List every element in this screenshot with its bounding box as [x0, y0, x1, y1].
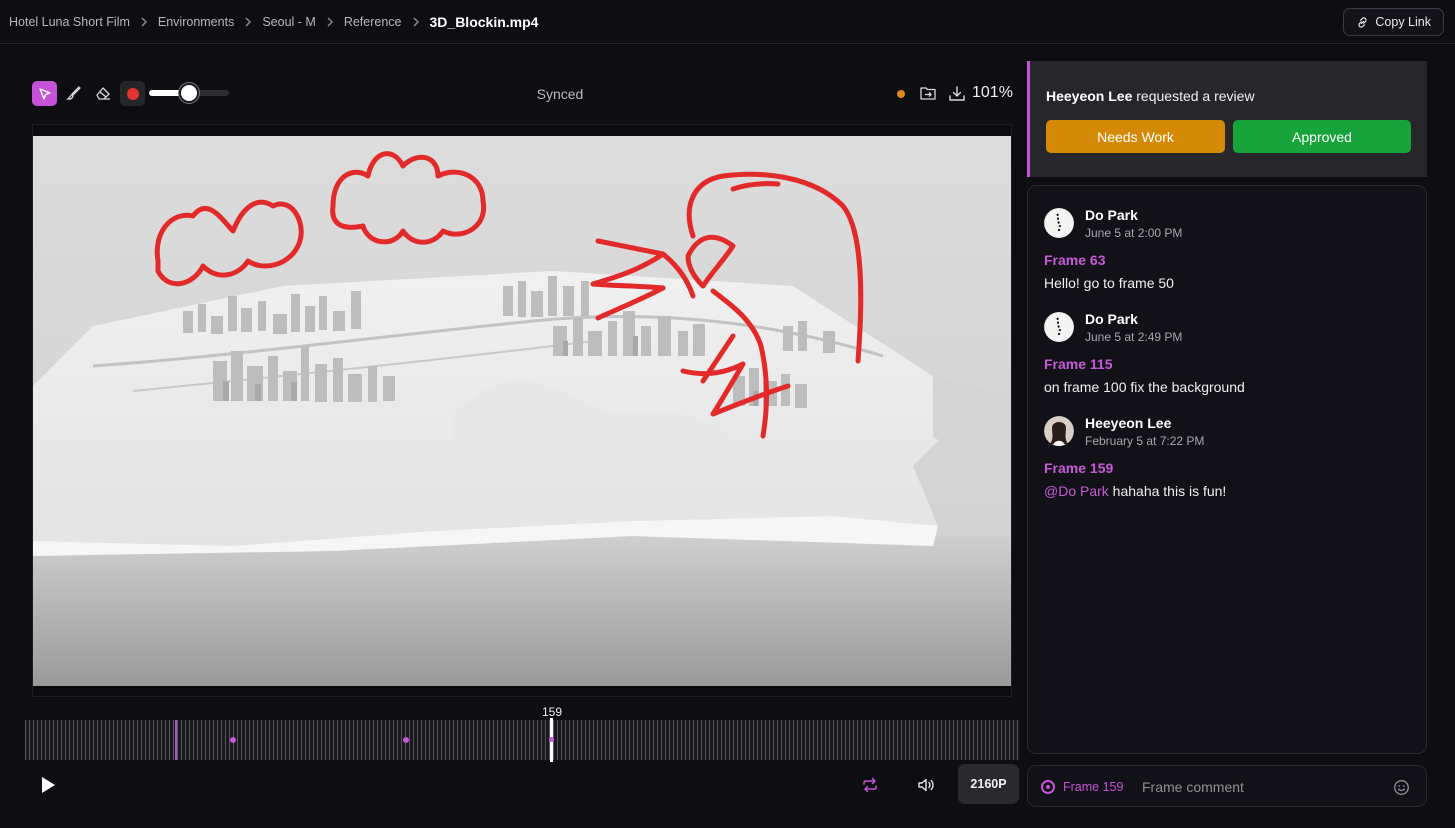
- comment-marker-frame-115[interactable]: [403, 737, 409, 743]
- user-mention[interactable]: @Do Park: [1044, 483, 1109, 499]
- review-requester-name: Heeyeon Lee: [1046, 88, 1133, 104]
- sync-status: Synced: [536, 86, 584, 102]
- eraser-icon: [94, 85, 112, 101]
- frame-target-icon: [1041, 780, 1055, 794]
- eraser-tool-button[interactable]: [92, 83, 114, 103]
- comment-input[interactable]: [1142, 776, 1382, 798]
- comment-text-body: hahaha this is fun!: [1108, 483, 1227, 499]
- breadcrumb-current-file: 3D_Blockin.mp4: [429, 13, 539, 30]
- comment-frame-link[interactable]: Frame 115: [1044, 356, 1113, 372]
- comment-timestamp: June 5 at 2:00 PM: [1085, 226, 1183, 240]
- download-button[interactable]: [946, 83, 968, 103]
- needs-work-button[interactable]: Needs Work: [1046, 120, 1225, 153]
- brush-color-swatch: [126, 87, 139, 100]
- breadcrumb-item-reference[interactable]: Reference: [344, 15, 402, 29]
- comment-author: Heeyeon Lee: [1085, 415, 1172, 431]
- status-dot: [897, 90, 905, 98]
- zoom-level[interactable]: 101%: [972, 84, 1013, 102]
- breadcrumb-item-seoul[interactable]: Seoul - M: [262, 15, 316, 29]
- play-icon: [40, 776, 56, 794]
- comment-timestamp: June 5 at 2:49 PM: [1085, 330, 1183, 344]
- comment-timestamp: February 5 at 7:22 PM: [1085, 434, 1205, 448]
- volume-button[interactable]: [914, 774, 938, 796]
- avatar: [1044, 416, 1074, 446]
- timeline-range-marker[interactable]: [175, 720, 177, 760]
- comment-marker-frame-159[interactable]: [549, 737, 554, 742]
- avatar: [1044, 312, 1074, 342]
- resolution-selector[interactable]: 2160P: [958, 764, 1019, 804]
- chevron-right-icon: [140, 17, 148, 27]
- comment-text: @Do Park hahaha this is fun!: [1044, 483, 1226, 499]
- color-picker-button[interactable]: [120, 81, 145, 106]
- loop-button[interactable]: [858, 774, 882, 796]
- comment-text: on frame 100 fix the background: [1044, 379, 1245, 395]
- link-icon: [1356, 16, 1369, 29]
- comment-author: Do Park: [1085, 311, 1138, 327]
- pointer-tool-button[interactable]: [32, 81, 57, 106]
- smiley-icon[interactable]: [1393, 779, 1410, 796]
- download-icon: [948, 85, 966, 102]
- top-bar: Hotel Luna Short Film Environments Seoul…: [0, 0, 1455, 44]
- folder-icon: [919, 85, 937, 101]
- chevron-right-icon: [412, 17, 420, 27]
- comments-panel: Do Park June 5 at 2:00 PM Frame 63 Hello…: [1027, 185, 1427, 754]
- video-frame-image: [33, 136, 1011, 686]
- review-request-message: requested a review: [1132, 88, 1255, 104]
- comment-author: Do Park: [1085, 207, 1138, 223]
- review-request-text: Heeyeon Lee requested a review: [1046, 88, 1255, 104]
- brush-tool-button[interactable]: [64, 83, 84, 103]
- copy-link-label: Copy Link: [1375, 15, 1431, 29]
- video-viewport[interactable]: [33, 136, 1011, 686]
- avatar: [1044, 208, 1074, 238]
- breadcrumb: Hotel Luna Short Film Environments Seoul…: [9, 14, 538, 30]
- loop-icon: [861, 777, 879, 793]
- comment-frame-link[interactable]: Frame 63: [1044, 252, 1105, 268]
- comment-text: Hello! go to frame 50: [1044, 275, 1174, 291]
- chevron-right-icon: [244, 17, 252, 27]
- chevron-right-icon: [326, 17, 334, 27]
- play-button[interactable]: [36, 773, 60, 797]
- current-frame-label: 159: [541, 705, 563, 719]
- brush-icon: [65, 84, 83, 102]
- breadcrumb-item-project[interactable]: Hotel Luna Short Film: [9, 15, 130, 29]
- breadcrumb-item-environments[interactable]: Environments: [158, 15, 234, 29]
- comment-frame-tag[interactable]: Frame 159: [1063, 780, 1123, 794]
- brush-size-handle[interactable]: [179, 83, 199, 103]
- cursor-arrow-icon: [38, 87, 52, 101]
- approved-button[interactable]: Approved: [1233, 120, 1411, 153]
- comment-composer: Frame 159: [1027, 765, 1427, 807]
- comment-frame-link[interactable]: Frame 159: [1044, 460, 1113, 476]
- move-to-folder-button[interactable]: [917, 83, 939, 103]
- copy-link-button[interactable]: Copy Link: [1343, 8, 1444, 36]
- comment-marker-frame-63[interactable]: [230, 737, 236, 743]
- volume-icon: [917, 777, 935, 793]
- review-request-card: Heeyeon Lee requested a review Needs Wor…: [1027, 61, 1427, 177]
